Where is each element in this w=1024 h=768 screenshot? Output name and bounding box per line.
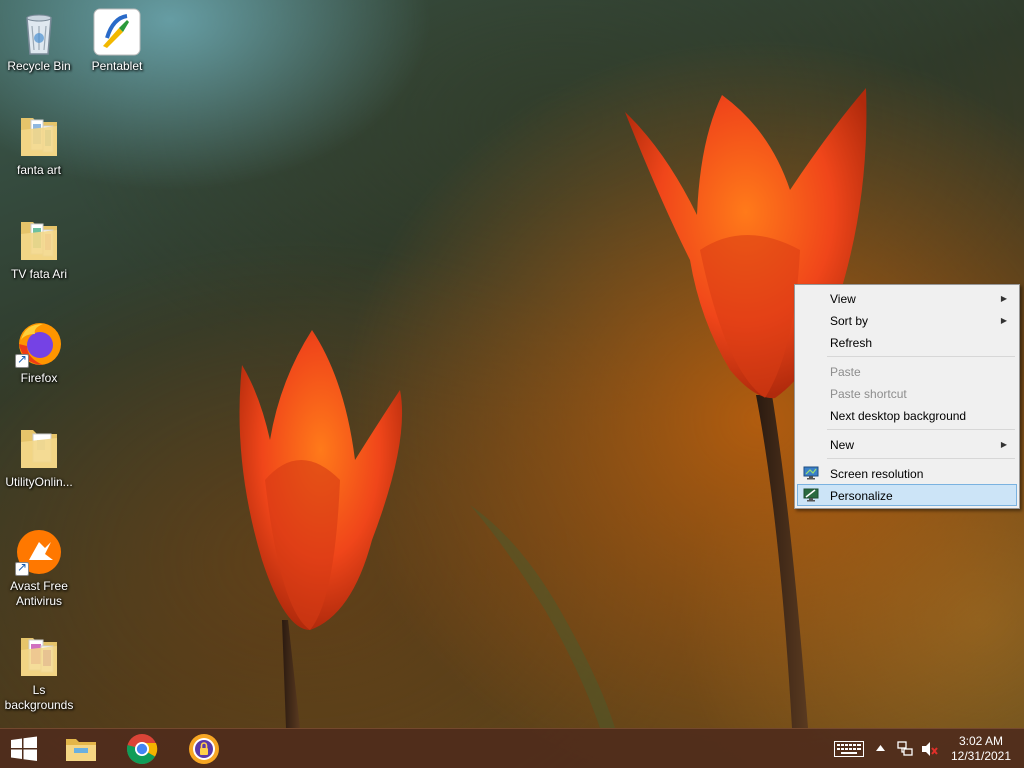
menu-item-paste-shortcut: Paste shortcut (797, 382, 1017, 404)
desktop-icon-label: fanta art (16, 163, 62, 177)
clock-date: 12/31/2021 (950, 749, 1012, 763)
menu-item-label: Paste shortcut (830, 387, 907, 401)
menu-item-paste: Paste (797, 360, 1017, 382)
show-hidden-icons-button[interactable] (872, 729, 890, 768)
desktop-icon-ls-backgrounds[interactable]: Ls backgrounds (0, 632, 78, 713)
menu-item-refresh[interactable]: Refresh (797, 331, 1017, 353)
menu-item-label: Next desktop background (830, 409, 967, 423)
desktop-icon-fanta-art[interactable]: fanta art (0, 112, 78, 178)
touch-keyboard-button[interactable] (830, 729, 868, 768)
folder-icon (15, 424, 63, 472)
submenu-arrow-icon: ▶ (1000, 294, 1007, 303)
taskbar-vpn-app[interactable] (180, 729, 232, 768)
menu-item-label: New (830, 438, 855, 452)
menu-item-label: Screen resolution (830, 467, 924, 481)
start-button[interactable] (0, 729, 52, 768)
firefox-icon (15, 320, 63, 368)
menu-separator (827, 356, 1015, 357)
keyboard-icon (834, 741, 864, 757)
menu-item-label: Refresh (830, 336, 873, 350)
desktop-context-menu: View ▶ Sort by ▶ Refresh Paste Paste sho… (794, 284, 1020, 509)
shortcut-arrow-icon (15, 352, 29, 368)
recycle-bin-icon (15, 8, 63, 56)
menu-item-label: View (830, 292, 856, 306)
desktop-icon-label: UtilityOnlin... (5, 475, 73, 489)
taskbar-clock[interactable]: 3:02 AM 12/31/2021 (946, 734, 1016, 764)
desktop-icon-recycle-bin[interactable]: Recycle Bin (0, 8, 78, 74)
folder-icon (15, 112, 63, 160)
avast-icon (15, 528, 63, 576)
monitor-icon (803, 488, 819, 502)
chrome-icon (126, 734, 158, 765)
folder-icon (15, 216, 63, 264)
desktop-icon-label: TV fata Ari (10, 267, 68, 281)
network-icon (897, 741, 913, 756)
menu-separator (827, 458, 1015, 459)
desktop-icon-tv-fata-ari[interactable]: TV fata Ari (0, 216, 78, 282)
menu-item-next-desktop-background[interactable]: Next desktop background (797, 404, 1017, 426)
desktop-icon-avast[interactable]: Avast Free Antivirus (0, 528, 78, 609)
menu-item-label: Sort by (830, 314, 869, 328)
windows-logo-icon (11, 736, 37, 761)
taskbar-google-chrome[interactable] (118, 729, 170, 768)
submenu-arrow-icon: ▶ (1000, 440, 1007, 449)
menu-item-new[interactable]: New ▶ (797, 433, 1017, 455)
menu-item-label: Personalize (830, 489, 893, 503)
taskbar: 3:02 AM 12/31/2021 (0, 728, 1024, 768)
file-explorer-icon (66, 739, 96, 761)
chevron-up-icon (876, 745, 885, 751)
desktop-icon-firefox[interactable]: Firefox (0, 320, 78, 386)
lock-shield-icon (189, 734, 219, 764)
desktop-icon-utilityonline[interactable]: UtilityOnlin... (0, 424, 78, 490)
volume-muted-icon (922, 742, 938, 756)
volume-button[interactable] (918, 729, 940, 768)
desktop-icon-label: Pentablet (91, 59, 143, 73)
clock-time: 3:02 AM (958, 734, 1004, 748)
folder-icon (15, 632, 63, 680)
desktop-icon-pentablet[interactable]: Pentablet (78, 8, 156, 74)
menu-item-sort-by[interactable]: Sort by ▶ (797, 309, 1017, 331)
desktop-icon-label: Firefox (20, 371, 58, 385)
desktop-icon-label: Ls backgrounds (4, 683, 74, 712)
pentablet-icon (93, 8, 141, 56)
shortcut-arrow-icon (15, 560, 29, 576)
menu-item-view[interactable]: View ▶ (797, 287, 1017, 309)
menu-item-personalize[interactable]: Personalize (797, 484, 1017, 506)
submenu-arrow-icon: ▶ (1000, 316, 1007, 325)
taskbar-file-explorer[interactable] (56, 729, 108, 768)
menu-item-screen-resolution[interactable]: Screen resolution (797, 462, 1017, 484)
menu-item-label: Paste (830, 365, 861, 379)
network-status-button[interactable] (894, 729, 916, 768)
menu-separator (827, 429, 1015, 430)
desktop-icon-label: Recycle Bin (7, 59, 71, 73)
desktop-icon-label: Avast Free Antivirus (10, 579, 68, 608)
monitor-icon (803, 466, 819, 480)
